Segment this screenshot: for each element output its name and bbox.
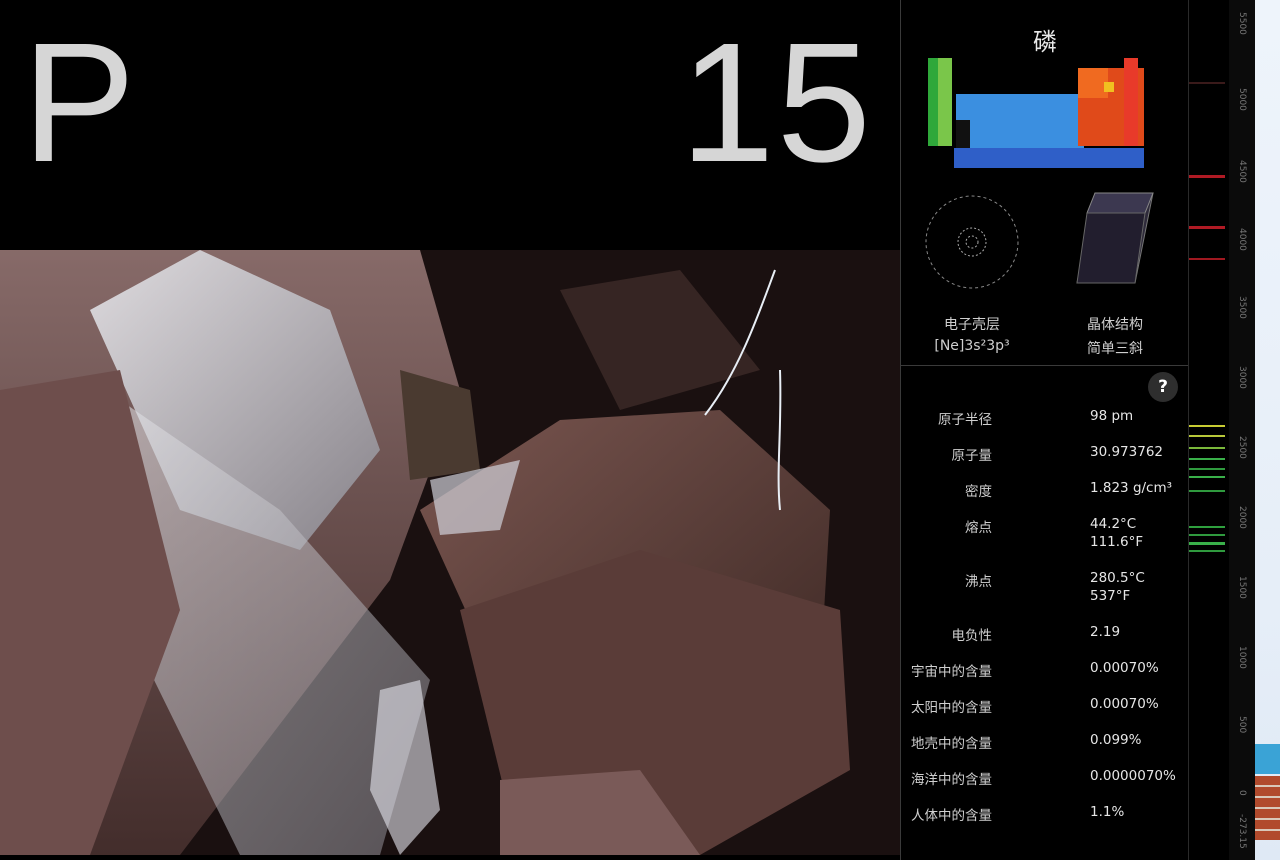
state-strip [1255,0,1280,860]
emission-spectrum [1189,0,1229,860]
atomic-number: 15 [680,8,874,198]
help-button[interactable]: ? [1148,372,1178,402]
element-photo [0,250,900,855]
scale-tick: 5500 [1237,12,1247,35]
spectrum-line [1189,468,1225,470]
spectrum-line [1189,490,1225,492]
scale-tick: 4000 [1237,228,1247,251]
scale-tick: -273.15 [1237,814,1247,849]
panel-divider-horizontal [900,365,1188,366]
scale-tick: 4500 [1237,160,1247,183]
scale-tick: 1500 [1237,576,1247,599]
electron-shell-config: [Ne]3s²3p³ [934,338,1010,354]
spectrum-line [1189,447,1225,449]
spectrum-line [1189,226,1225,229]
phosphorus-sample-image [0,250,900,855]
crystal-structure-icon [1076,192,1154,284]
crystal-structure-value: 简单三斜 [1087,341,1143,357]
crystal-structure-label: 晶体结构 [1087,317,1143,333]
spectrum-line [1189,550,1225,552]
panel-divider [900,0,901,860]
element-symbol: P [22,8,136,198]
temperature-scale: 5500 5000 4500 4000 3500 3000 2500 2000 … [1229,0,1255,860]
scale-tick: 2500 [1237,436,1247,459]
spectrum-line [1189,526,1225,528]
scale-tick: 0 [1237,790,1247,796]
scale-tick: 3000 [1237,366,1247,389]
periodic-table-position-icon [928,58,1144,168]
solid-band [1255,776,1280,840]
spectrum-line [1189,476,1225,478]
electron-shell-icon [925,195,1019,289]
scale-tick: 500 [1237,716,1247,734]
spectrum-line [1189,82,1225,84]
spectrum-line [1189,458,1225,460]
spectrum-line [1189,435,1225,437]
electron-shell-label: 电子壳层 [944,317,1000,333]
liquid-band [1255,744,1280,774]
scale-tick: 5000 [1237,88,1247,111]
scale-tick: 2000 [1237,506,1247,529]
scale-tick: 1000 [1237,646,1247,669]
spectrum-line [1189,425,1225,427]
spectrum-line [1189,542,1225,545]
spectrum-line [1189,175,1225,178]
scale-tick: 3500 [1237,296,1247,319]
spectrum-line [1189,534,1225,536]
spectrum-line [1189,258,1225,260]
